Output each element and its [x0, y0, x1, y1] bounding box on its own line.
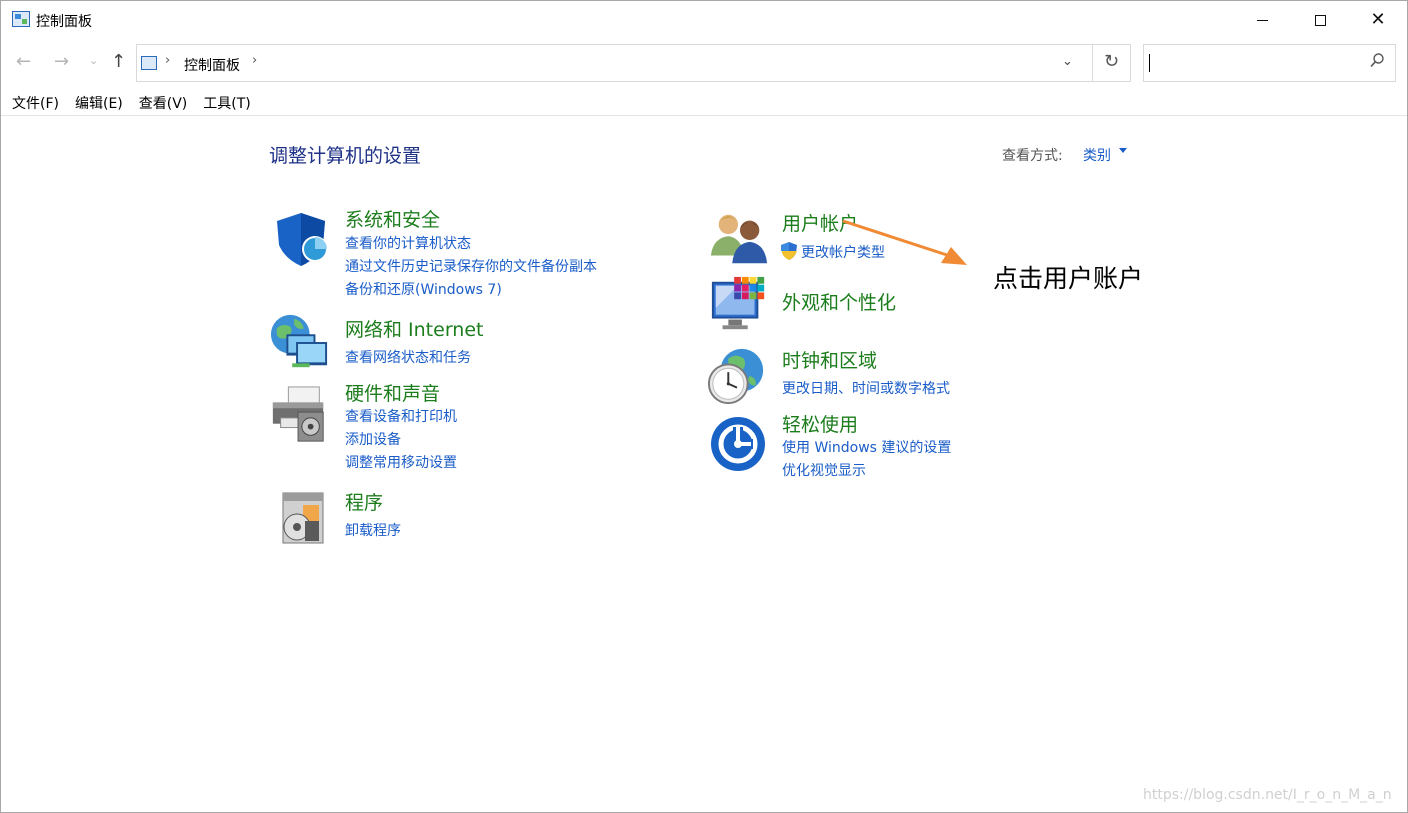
text-caret [1149, 54, 1150, 72]
navigation-bar: ← → ⌄ ↑ › 控制面板 › ⌄ ↻ [1, 43, 1407, 83]
forward-button[interactable]: → [54, 51, 69, 72]
refresh-button[interactable]: ↻ [1104, 51, 1119, 72]
category-system-security-title[interactable]: 系统和安全 [345, 205, 440, 232]
uac-shield-icon [781, 242, 797, 260]
link-file-history-backup[interactable]: 通过文件历史记录保存你的文件备份副本 [345, 256, 597, 276]
network-globe-icon[interactable] [269, 313, 329, 373]
view-by-dropdown[interactable]: 类别 [1083, 145, 1111, 165]
recent-locations-button[interactable]: ⌄ [89, 54, 98, 67]
window-title: 控制面板 [36, 14, 92, 30]
category-appearance-title[interactable]: 外观和个性化 [782, 288, 896, 315]
category-ease-of-access-title[interactable]: 轻松使用 [782, 410, 858, 437]
link-view-computer-status[interactable]: 查看你的计算机状态 [345, 233, 471, 253]
watermark: https://blog.csdn.net/I_r_o_n_M_a_n [1143, 787, 1392, 803]
link-optimize-visual-display[interactable]: 优化视觉显示 [782, 460, 866, 480]
link-mobility-settings[interactable]: 调整常用移动设置 [345, 452, 457, 472]
link-uninstall-program[interactable]: 卸载程序 [345, 520, 401, 540]
link-network-status[interactable]: 查看网络状态和任务 [345, 347, 471, 367]
user-accounts-icon[interactable] [709, 209, 769, 269]
programs-icon[interactable] [273, 487, 333, 547]
back-button[interactable]: ← [16, 51, 31, 72]
title-bar: 控制面板 ✕ [1, 1, 1407, 39]
address-dropdown-button[interactable]: ⌄ [1062, 54, 1073, 69]
close-button[interactable]: ✕ [1349, 1, 1407, 39]
close-icon: ✕ [1370, 9, 1386, 30]
category-clock-region-title[interactable]: 时钟和区域 [782, 346, 877, 373]
link-backup-restore[interactable]: 备份和还原(Windows 7) [345, 279, 502, 299]
ease-of-access-icon[interactable] [709, 415, 769, 475]
appearance-personalization-icon[interactable] [709, 275, 769, 335]
maximize-button[interactable] [1291, 1, 1349, 39]
annotation-text: 点击用户账户 [993, 264, 1144, 293]
menu-tools[interactable]: 工具(T) [203, 93, 250, 115]
minimize-button[interactable] [1233, 1, 1291, 39]
breadcrumb-control-panel[interactable]: 控制面板 [184, 55, 240, 75]
printer-icon[interactable] [269, 385, 329, 445]
address-bar[interactable]: › 控制面板 › ⌄ ↻ [136, 44, 1131, 82]
minimize-icon [1256, 19, 1268, 21]
control-panel-icon [12, 11, 30, 27]
category-network-title[interactable]: 网络和 Internet [345, 315, 483, 342]
up-button[interactable]: ↑ [111, 51, 126, 72]
shield-icon[interactable] [271, 209, 331, 269]
clock-globe-icon[interactable] [707, 347, 767, 407]
link-change-date-time-format[interactable]: 更改日期、时间或数字格式 [782, 378, 950, 398]
link-devices-printers[interactable]: 查看设备和打印机 [345, 406, 457, 426]
link-windows-recommended-settings[interactable]: 使用 Windows 建议的设置 [782, 437, 951, 457]
search-input[interactable] [1143, 44, 1396, 82]
control-panel-window: 控制面板 ✕ ← → ⌄ ↑ › 控制面板 › ⌄ ↻ 文件(F) 编辑(E) … [0, 0, 1408, 813]
divider [1092, 45, 1093, 81]
search-icon[interactable] [1369, 52, 1385, 70]
page-title: 调整计算机的设置 [269, 145, 422, 167]
breadcrumb-separator[interactable]: › [165, 53, 170, 68]
menu-bar: 文件(F) 编辑(E) 查看(V) 工具(T) [1, 93, 256, 115]
view-by-label: 查看方式: [1002, 148, 1063, 164]
maximize-icon [1314, 14, 1326, 26]
menu-file[interactable]: 文件(F) [12, 93, 59, 115]
dropdown-arrow-icon[interactable] [1119, 148, 1127, 153]
control-panel-icon [141, 56, 157, 70]
link-add-device[interactable]: 添加设备 [345, 429, 401, 449]
category-programs-title[interactable]: 程序 [345, 488, 383, 515]
menu-edit[interactable]: 编辑(E) [75, 93, 123, 115]
menu-view[interactable]: 查看(V) [139, 93, 188, 115]
breadcrumb-separator[interactable]: › [252, 53, 257, 68]
category-hardware-sound-title[interactable]: 硬件和声音 [345, 379, 440, 406]
annotation-arrow-icon [842, 219, 967, 265]
divider [1, 115, 1407, 116]
